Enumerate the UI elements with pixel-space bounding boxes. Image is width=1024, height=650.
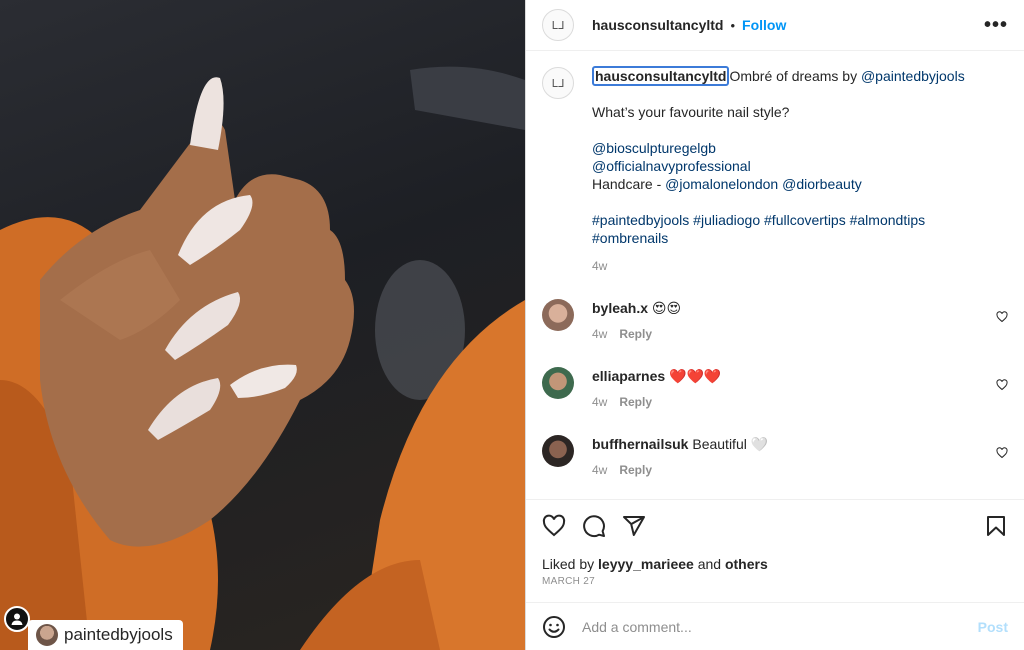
post-photo[interactable]: paintedbyjools bbox=[0, 0, 525, 650]
more-options-icon[interactable]: ••• bbox=[984, 14, 1008, 37]
account-avatar[interactable]: ᒪᒧ bbox=[542, 9, 574, 41]
handcare-label: Handcare - bbox=[592, 176, 666, 192]
comment-username[interactable]: byleah.x bbox=[592, 300, 648, 316]
like-comment-icon[interactable] bbox=[996, 311, 1008, 323]
liked-by-user[interactable]: leyyy_marieee bbox=[598, 556, 694, 572]
likes-summary: Liked by leyyy_marieee and others bbox=[542, 556, 768, 572]
comment-input[interactable] bbox=[582, 618, 978, 635]
post-actions: Liked by leyyy_marieee and others MARCH … bbox=[526, 499, 1024, 587]
comment-age[interactable]: 4w bbox=[592, 395, 607, 409]
comment-item: elliaparnes ❤️❤️❤️ 4w Reply bbox=[542, 367, 1008, 411]
comment-age[interactable]: 4w bbox=[592, 327, 607, 341]
liked-others-link[interactable]: others bbox=[725, 556, 768, 572]
header-username[interactable]: hausconsultancyltd bbox=[592, 17, 723, 33]
nails-illustration bbox=[0, 66, 525, 650]
header-separator: • bbox=[730, 17, 736, 33]
post-date[interactable]: MARCH 27 bbox=[542, 576, 1008, 587]
share-paper-plane-icon[interactable] bbox=[622, 514, 646, 538]
mention-link[interactable]: @jomalonelondon bbox=[665, 176, 778, 192]
reply-button[interactable]: Reply bbox=[619, 327, 652, 341]
comment-text: Beautiful 🤍 bbox=[692, 436, 769, 452]
post-header: ᒪᒧ hausconsultancyltd • Follow ••• bbox=[526, 0, 1024, 51]
hashtags[interactable]: #paintedbyjools #juliadiogo #fullcoverti… bbox=[592, 211, 965, 229]
post-comment-button[interactable]: Post bbox=[978, 619, 1008, 635]
tag-avatar bbox=[36, 624, 58, 646]
caption-text: Ombré of dreams by bbox=[729, 68, 861, 84]
tagged-user-icon[interactable] bbox=[4, 606, 30, 632]
comment-avatar[interactable] bbox=[542, 367, 574, 399]
mention-link[interactable]: @officialnavyprofessional bbox=[592, 158, 751, 174]
comment-item: buffhernailsuk Beautiful 🤍 4w Reply bbox=[542, 435, 1008, 479]
reply-button[interactable]: Reply bbox=[619, 395, 652, 409]
like-comment-icon[interactable] bbox=[996, 447, 1008, 459]
comment-text: 😍😍 bbox=[651, 300, 682, 316]
caption-username[interactable]: hausconsultancyltd bbox=[592, 66, 730, 86]
like-heart-icon[interactable] bbox=[542, 514, 566, 538]
like-comment-icon[interactable] bbox=[996, 379, 1008, 391]
add-comment-bar: Post bbox=[526, 602, 1024, 650]
comment-bubble-icon[interactable] bbox=[582, 514, 606, 538]
reply-button[interactable]: Reply bbox=[619, 463, 652, 477]
follow-button[interactable]: Follow bbox=[742, 17, 786, 33]
comment-username[interactable]: buffhernailsuk bbox=[592, 436, 688, 452]
comment-avatar[interactable] bbox=[542, 299, 574, 331]
comment-avatar[interactable] bbox=[542, 435, 574, 467]
save-bookmark-icon[interactable] bbox=[984, 514, 1008, 538]
mention-link[interactable]: @paintedbyjools bbox=[861, 68, 965, 84]
tag-username: paintedbyjools bbox=[64, 625, 173, 644]
comments-section[interactable]: ᒪᒧ hausconsultancyltd Ombré of dreams by … bbox=[526, 51, 1024, 499]
caption: ᒪᒧ hausconsultancyltd Ombré of dreams by … bbox=[542, 66, 1008, 275]
post-panel: ᒪᒧ hausconsultancyltd • Follow ••• ᒪᒧ ha… bbox=[525, 0, 1024, 650]
caption-question: What’s your favourite nail style? bbox=[592, 104, 790, 120]
comment-text: ❤️❤️❤️ bbox=[669, 368, 722, 384]
caption-age[interactable]: 4w bbox=[592, 257, 965, 275]
comment-age[interactable]: 4w bbox=[592, 463, 607, 477]
mention-link[interactable]: @diorbeauty bbox=[782, 176, 862, 192]
hashtags[interactable]: #ombrenails bbox=[592, 229, 965, 247]
photo-user-tag[interactable]: paintedbyjools bbox=[28, 620, 183, 650]
emoji-icon[interactable] bbox=[542, 615, 566, 639]
caption-avatar[interactable]: ᒪᒧ bbox=[542, 67, 574, 99]
comment-username[interactable]: elliaparnes bbox=[592, 368, 665, 384]
comment-item: byleah.x 😍😍 4w Reply bbox=[542, 299, 1008, 343]
mention-link[interactable]: @biosculpturegelgb bbox=[592, 140, 716, 156]
